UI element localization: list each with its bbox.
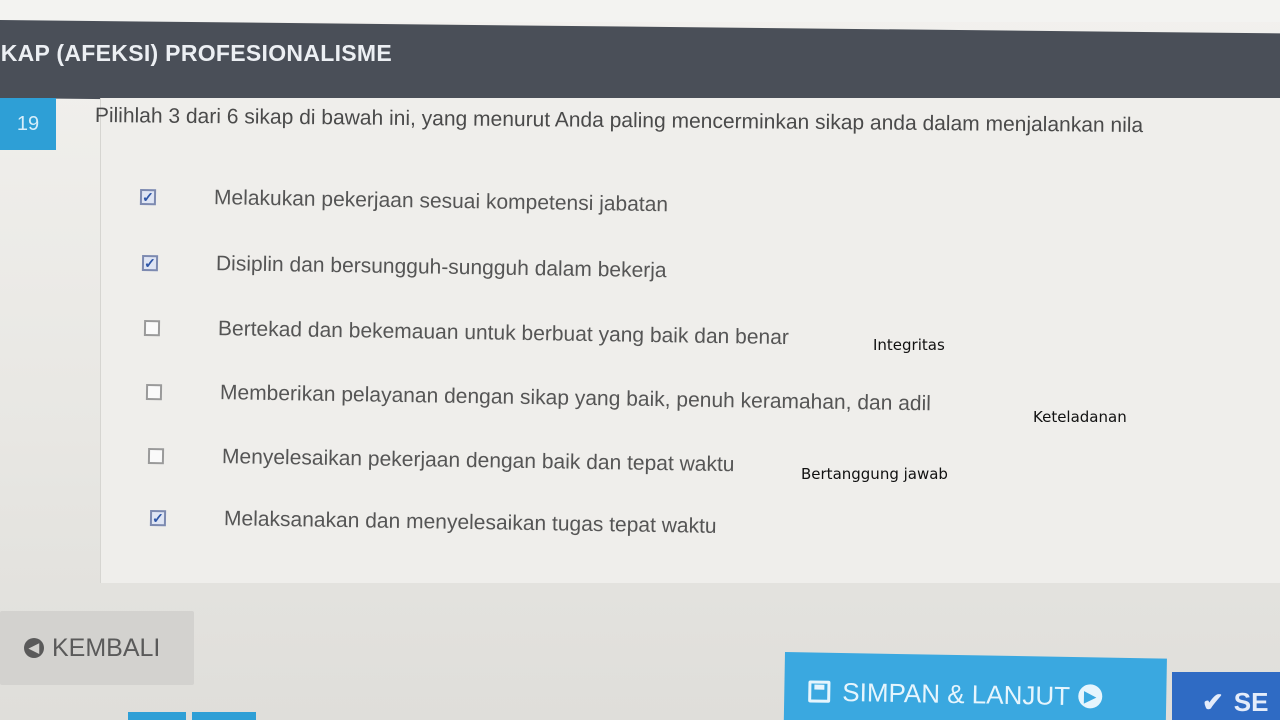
exam-page: IKAP (AFEKSI) PROFESIONALISME 19 Pilihla… (0, 0, 1280, 720)
back-button-label: KEMBALI (52, 633, 161, 662)
checkbox-checked[interactable]: ✓ (149, 510, 167, 527)
annotation-label: Bertanggung jawab (801, 465, 948, 483)
floppy-disk-icon (808, 680, 831, 703)
top-strip (0, 0, 1280, 22)
annotation-label: Integritas (873, 336, 945, 354)
bottom-nav-tab[interactable] (192, 712, 256, 720)
option-label: Melakukan pekerjaan sesuai kompetensi ja… (213, 186, 669, 217)
checkbox-checked[interactable]: ✓ (141, 255, 159, 272)
back-button[interactable]: ◀ KEMBALI (0, 611, 194, 685)
option-label: Bertekad dan bekemauan untuk berbuat yan… (217, 317, 790, 350)
checkbox-unchecked[interactable] (147, 448, 165, 465)
option-label: Melaksanakan dan menyelesaikan tugas tep… (223, 507, 717, 538)
option-label: Menyelesaikan pekerjaan dengan baik dan … (221, 445, 735, 477)
arrow-left-circle-icon: ◀ (24, 638, 44, 658)
save-and-continue-button[interactable]: SIMPAN & LANJUT ▶ (783, 652, 1167, 720)
bottom-nav-tab[interactable] (128, 712, 186, 720)
section-title: IKAP (AFEKSI) PROFESIONALISME (0, 40, 393, 66)
check-icon: ✔ (1202, 686, 1224, 717)
annotation-label: Keteladanan (1033, 408, 1127, 426)
checkbox-checked[interactable]: ✓ (139, 189, 157, 206)
arrow-right-circle-icon: ▶ (1077, 684, 1103, 709)
save-button-label: SIMPAN & LANJUT (842, 676, 1071, 711)
finish-button[interactable]: ✔ SE (1172, 672, 1280, 720)
option-label: Disiplin dan bersungguh-sungguh dalam be… (215, 252, 667, 283)
checkbox-unchecked[interactable] (143, 320, 161, 337)
question-number-badge[interactable]: 19 (0, 98, 56, 150)
checkbox-unchecked[interactable] (145, 384, 163, 401)
finish-button-label: SE (1233, 686, 1269, 717)
